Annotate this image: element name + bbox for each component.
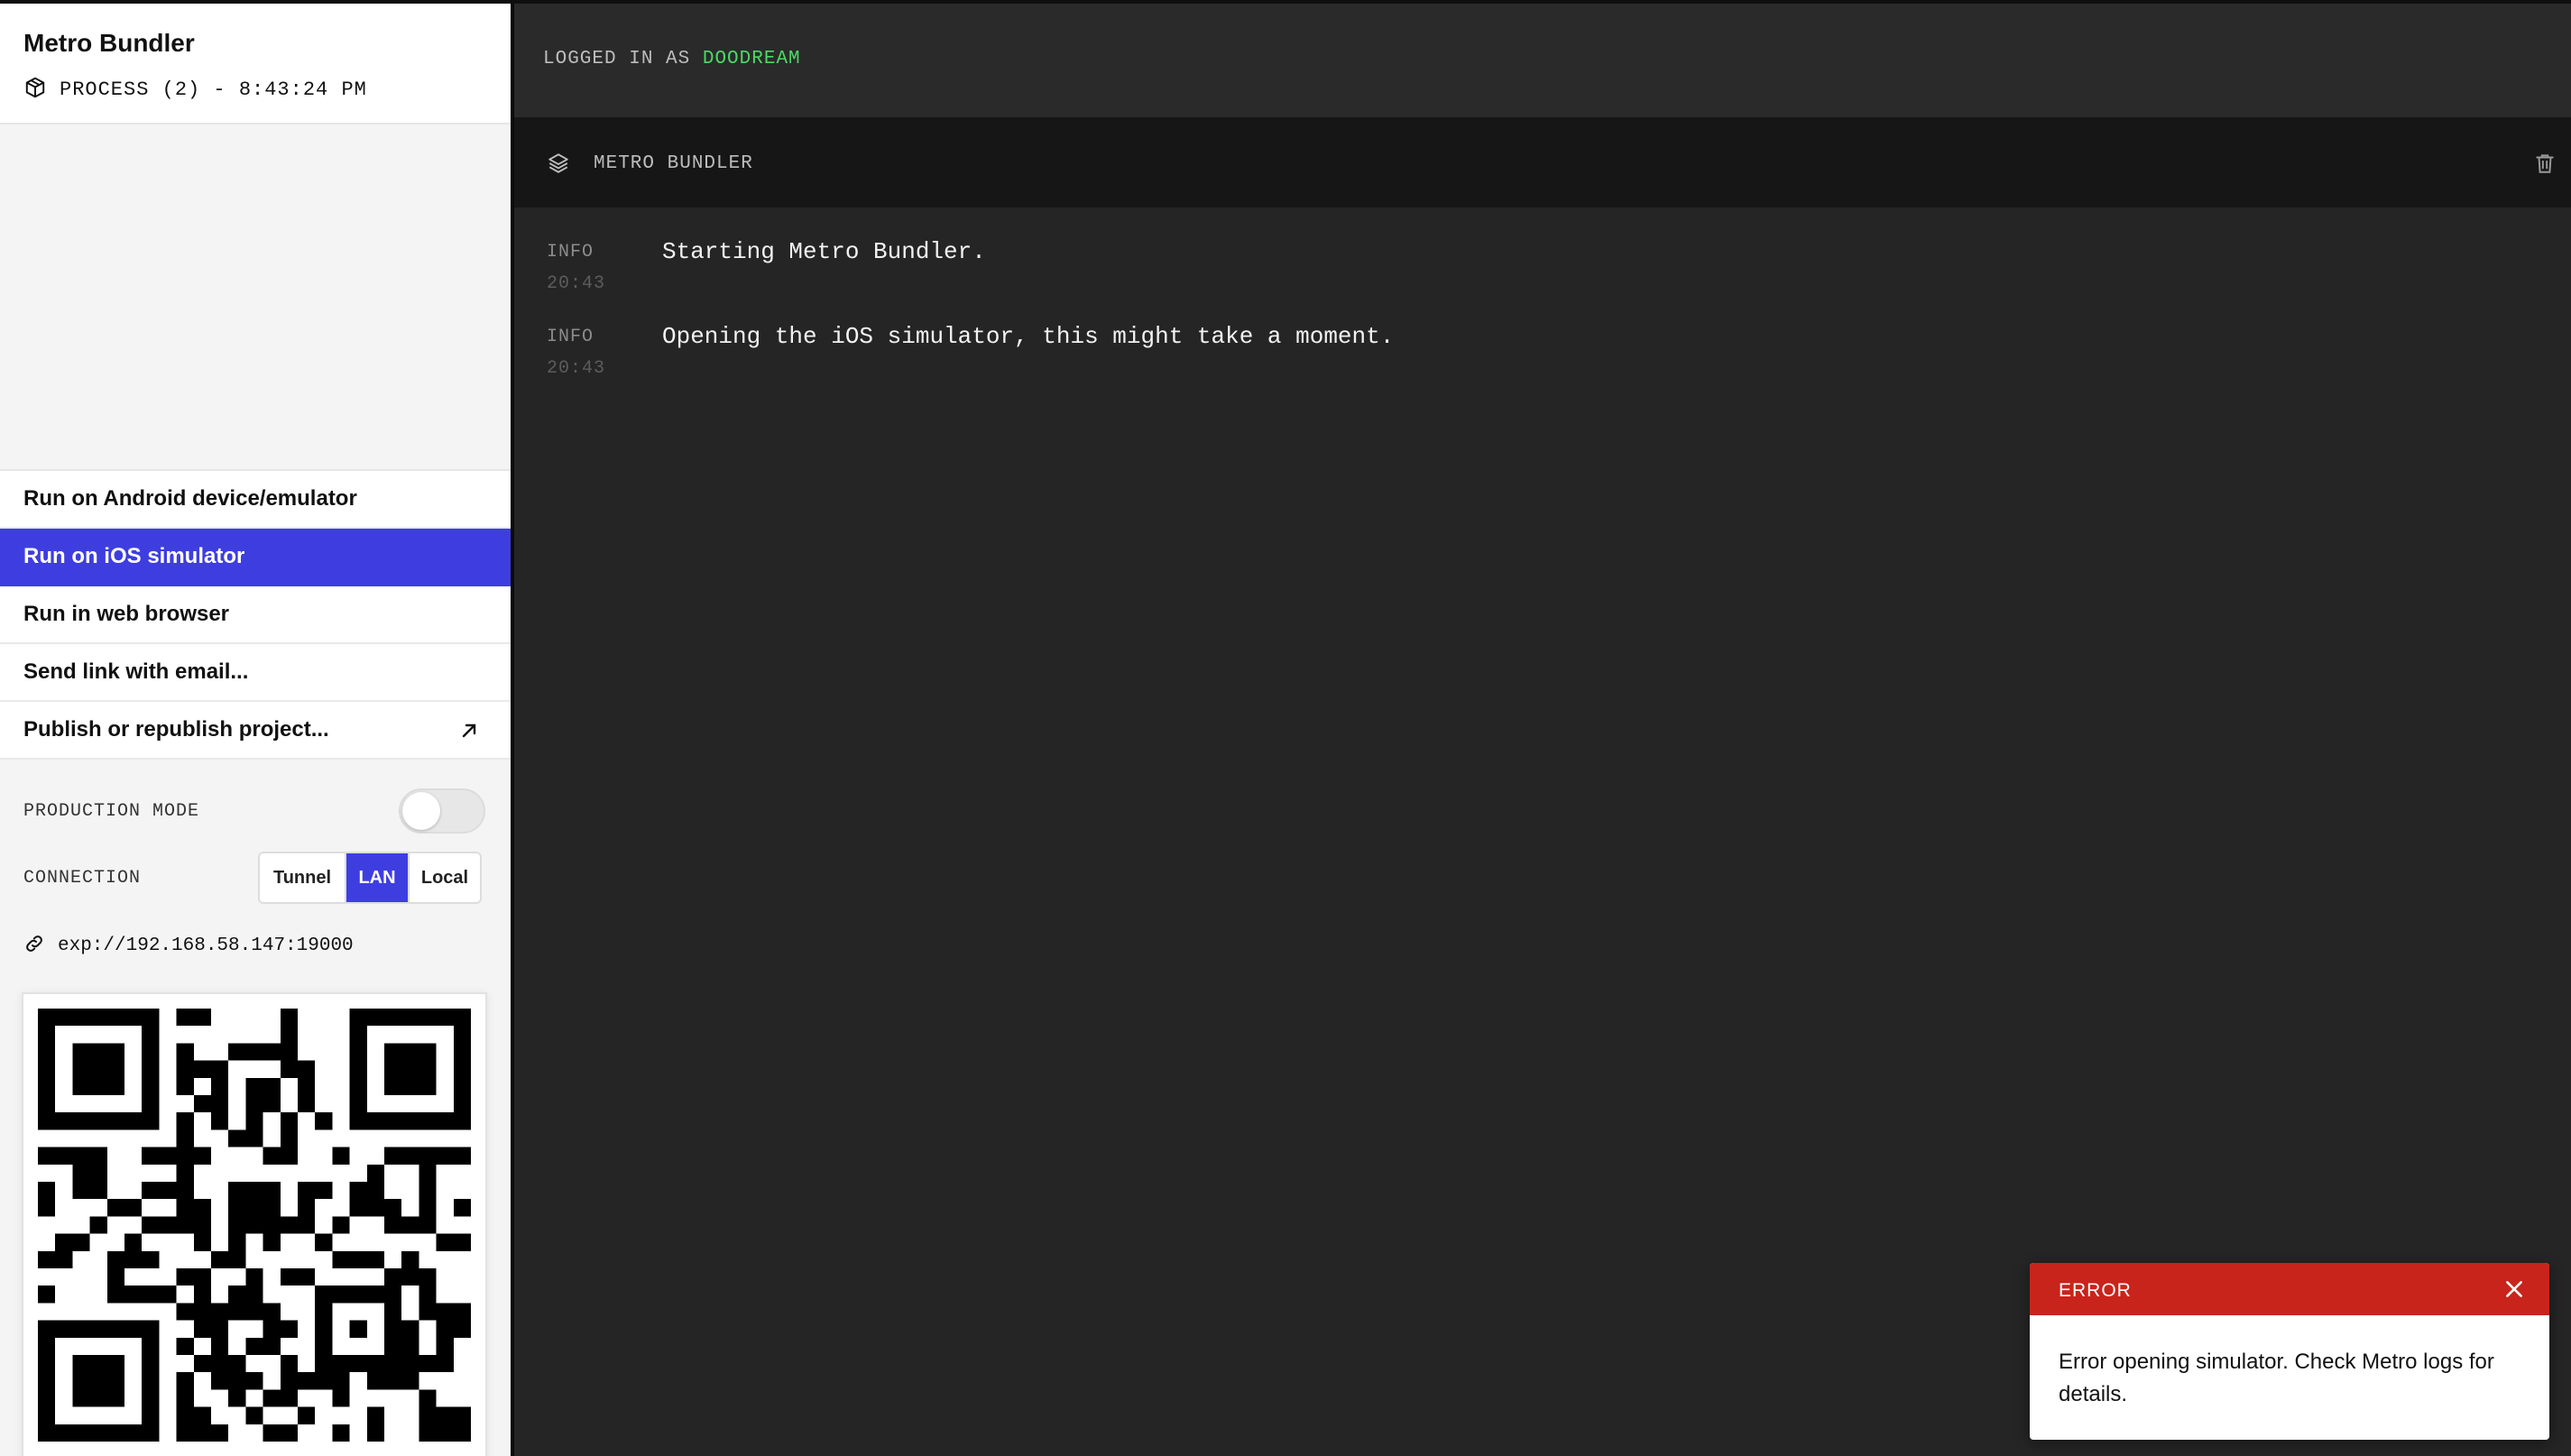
- menu-item-label: Run on iOS simulator: [23, 544, 245, 568]
- run-android-button[interactable]: Run on Android device/emulator: [0, 471, 511, 529]
- error-toast-header: ERROR: [2030, 1263, 2549, 1315]
- menu-item-label: Publish or republish project...: [23, 717, 329, 742]
- username: DOODREAM: [702, 49, 801, 69]
- process-status: PROCESS (2) - 8:43:24 PM: [60, 78, 367, 101]
- error-toast-message: Error opening simulator. Check Metro log…: [2059, 1350, 2494, 1406]
- error-toast: ERROR Error opening simulator. Check Met…: [2030, 1263, 2549, 1440]
- production-mode-label: PRODUCTION MODE: [23, 801, 200, 822]
- connection-label: CONNECTION: [23, 868, 142, 889]
- log-level: INFO: [547, 327, 594, 347]
- publish-project-button[interactable]: Publish or republish project...: [0, 702, 511, 760]
- main-panel: LOGGED IN AS DOODREAM METRO BUNDLER INFO…: [514, 4, 2571, 1456]
- toggle-knob: [402, 792, 440, 830]
- menu-item-label: Send link with email...: [23, 659, 249, 684]
- window-top-edge: [0, 0, 2571, 4]
- error-toast-title: ERROR: [2059, 1280, 2132, 1301]
- connection-option-local[interactable]: Local: [410, 853, 480, 902]
- login-status: LOGGED IN AS DOODREAM: [543, 49, 801, 69]
- login-bar: LOGGED IN AS DOODREAM: [514, 4, 2571, 117]
- log-message: Opening the iOS simulator, this might ta…: [662, 323, 1395, 350]
- clear-logs-trash-icon[interactable]: [2533, 152, 2557, 175]
- run-web-browser-button[interactable]: Run in web browser: [0, 586, 511, 644]
- metro-bundler-panel-header: METRO BUNDLER: [514, 117, 2571, 207]
- login-prefix: LOGGED IN AS: [543, 49, 691, 69]
- url-row: exp://192.168.58.147:19000: [23, 933, 354, 959]
- external-link-arrow-icon: [462, 723, 476, 738]
- connection-segmented-control: Tunnel LAN Local: [258, 852, 482, 904]
- log-level: INFO: [547, 242, 594, 263]
- app-title: Metro Bundler: [23, 29, 195, 57]
- menu-item-label: Run on Android device/emulator: [23, 486, 357, 511]
- settings-section: PRODUCTION MODE CONNECTION Tunnel LAN Lo…: [0, 760, 511, 1456]
- package-icon: [23, 76, 47, 104]
- run-ios-simulator-button[interactable]: Run on iOS simulator: [0, 529, 511, 586]
- sidebar: Metro Bundler PROCESS (2) - 8:43:24 PM R…: [0, 0, 514, 1456]
- qr-code-image: [38, 1009, 471, 1442]
- connection-option-tunnel[interactable]: Tunnel: [260, 853, 346, 902]
- menu-item-label: Run in web browser: [23, 602, 230, 626]
- production-mode-toggle[interactable]: [399, 788, 485, 834]
- send-link-email-button[interactable]: Send link with email...: [0, 644, 511, 702]
- sidebar-header: Metro Bundler PROCESS (2) - 8:43:24 PM: [0, 4, 511, 124]
- close-icon[interactable]: [2502, 1277, 2526, 1301]
- project-url[interactable]: exp://192.168.58.147:19000: [58, 935, 354, 956]
- log-time: 20:43: [547, 358, 606, 379]
- link-icon: [23, 933, 45, 959]
- layers-icon: [548, 153, 568, 173]
- process-row: PROCESS (2) - 8:43:24 PM: [23, 76, 367, 104]
- log-message: Starting Metro Bundler.: [662, 238, 986, 265]
- panel-title: METRO BUNDLER: [594, 153, 753, 174]
- run-menu: Run on Android device/emulator Run on iO…: [0, 469, 511, 760]
- connection-option-lan[interactable]: LAN: [346, 853, 410, 902]
- qr-code: [22, 992, 487, 1456]
- log-time: 20:43: [547, 273, 606, 294]
